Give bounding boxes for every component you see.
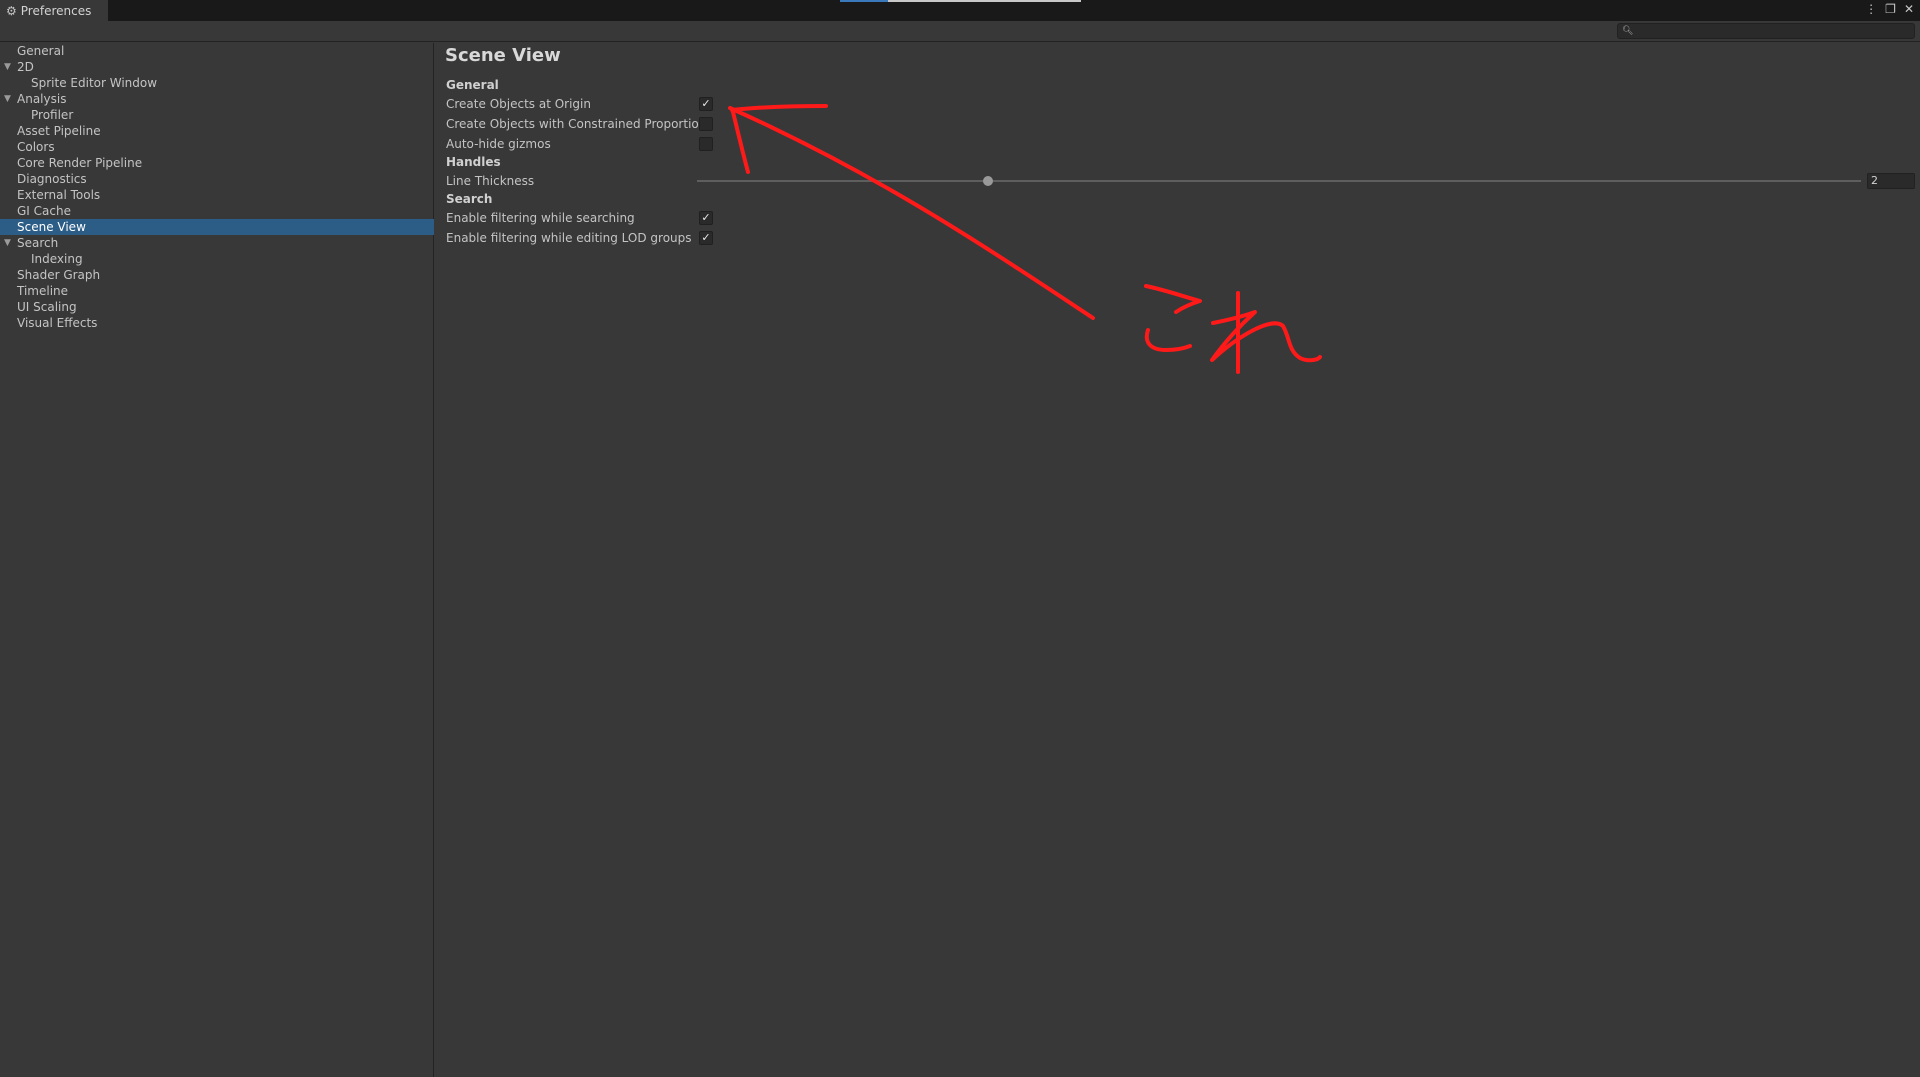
create-objects-at-origin-label: Create Objects at Origin (446, 97, 591, 111)
auto-hide-gizmos-checkbox[interactable] (699, 137, 713, 151)
close-icon[interactable]: ✕ (1904, 2, 1914, 16)
section-handles-heading: Handles (446, 155, 501, 169)
sidebar-item-label: Shader Graph (17, 268, 101, 282)
sidebar-item-label: 2D (17, 60, 34, 74)
sidebar-item-diagnostics[interactable]: Diagnostics (0, 171, 434, 187)
sidebar-item-profiler[interactable]: Profiler (0, 107, 434, 123)
sidebar-item-asset-pipeline[interactable]: Asset Pipeline (0, 123, 434, 139)
dock-indicator-highlight (888, 0, 1081, 2)
line-thickness-label: Line Thickness (446, 174, 535, 188)
sidebar: General ▼ 2D Sprite Editor Window ▼ Analysis P… (0, 43, 434, 1077)
sidebar-item-indexing[interactable]: Indexing (0, 251, 434, 267)
sidebar-item-label: General (17, 44, 65, 58)
auto-hide-gizmos-label: Auto-hide gizmos (446, 137, 551, 151)
sidebar-item-label: Core Render Pipeline (17, 156, 143, 170)
sidebar-item-gi-cache[interactable]: GI Cache (0, 203, 434, 219)
page-title: Scene View (445, 45, 561, 66)
create-objects-at-origin-checkbox[interactable]: ✓ (699, 97, 713, 111)
sidebar-item-label: GI Cache (17, 204, 71, 218)
section-search-heading: Search (446, 192, 493, 206)
dock-indicator (840, 0, 888, 2)
gear-icon: ⚙ (6, 3, 17, 18)
sidebar-item-search[interactable]: ▼ Search (0, 235, 434, 251)
sidebar-item-visual-effects[interactable]: Visual Effects (0, 315, 434, 331)
tab-title: Preferences (20, 3, 92, 18)
sidebar-item-colors[interactable]: Colors (0, 139, 434, 155)
section-general-heading: General (446, 78, 499, 92)
line-thickness-input[interactable]: 2 (1867, 173, 1915, 189)
sidebar-item-general[interactable]: General (0, 43, 434, 59)
expand-arrow-icon[interactable]: ▼ (4, 59, 11, 75)
constrained-proportions-label: Create Objects with Constrained Proporti… (446, 117, 713, 131)
settings-panel: Scene View General Create Objects at Ori… (435, 43, 1920, 1077)
preferences-tab[interactable]: ⚙ Preferences (0, 0, 108, 21)
sidebar-item-core-render-pipeline[interactable]: Core Render Pipeline (0, 155, 434, 171)
sidebar-item-timeline[interactable]: Timeline (0, 283, 434, 299)
sidebar-item-label: UI Scaling (17, 300, 77, 314)
sidebar-item-label: Scene View (17, 220, 86, 234)
maximize-icon[interactable]: ❐ (1885, 2, 1896, 16)
sidebar-item-label: Search (17, 236, 59, 250)
sidebar-item-label: External Tools (17, 188, 101, 202)
more-options-icon[interactable]: ⋮ (1865, 2, 1877, 16)
sidebar-item-external-tools[interactable]: External Tools (0, 187, 434, 203)
sidebar-item-sprite-editor-window[interactable]: Sprite Editor Window (0, 75, 434, 91)
sidebar-item-label: Asset Pipeline (17, 124, 101, 138)
sidebar-item-label: Colors (17, 140, 55, 154)
window-controls: ⋮ ❐ ✕ (1865, 2, 1914, 16)
sidebar-item-label: Diagnostics (17, 172, 87, 186)
line-thickness-slider-track[interactable] (697, 180, 1861, 182)
sidebar-item-scene-view[interactable]: Scene View (0, 219, 434, 235)
sidebar-item-shader-graph[interactable]: Shader Graph (0, 267, 434, 283)
sidebar-item-label: Sprite Editor Window (31, 76, 158, 90)
sidebar-item-label: Indexing (31, 252, 83, 266)
line-thickness-slider-thumb[interactable] (983, 176, 993, 186)
filter-searching-label: Enable filtering while searching (446, 211, 635, 225)
sidebar-item-label: Visual Effects (17, 316, 98, 330)
sidebar-item-label: Timeline (17, 284, 69, 298)
search-icon: 🔍︎ (1622, 26, 1634, 36)
search-input[interactable] (1637, 24, 1908, 38)
expand-arrow-icon[interactable]: ▼ (4, 235, 11, 251)
sidebar-item-ui-scaling[interactable]: UI Scaling (0, 299, 434, 315)
filter-searching-checkbox[interactable]: ✓ (699, 211, 713, 225)
sidebar-item-label: Analysis (17, 92, 67, 106)
search-field[interactable]: 🔍︎ (1617, 23, 1915, 39)
sidebar-item-2d[interactable]: ▼ 2D (0, 59, 434, 75)
title-bar: ⚙ Preferences ⋮ ❐ ✕ (0, 0, 1920, 21)
expand-arrow-icon[interactable]: ▼ (4, 91, 11, 107)
constrained-proportions-checkbox[interactable] (699, 117, 713, 131)
toolbar: 🔍︎ (0, 21, 1920, 42)
filter-lod-checkbox[interactable]: ✓ (699, 231, 713, 245)
filter-lod-label: Enable filtering while editing LOD group… (446, 231, 692, 245)
sidebar-item-analysis[interactable]: ▼ Analysis (0, 91, 434, 107)
sidebar-item-label: Profiler (31, 108, 74, 122)
